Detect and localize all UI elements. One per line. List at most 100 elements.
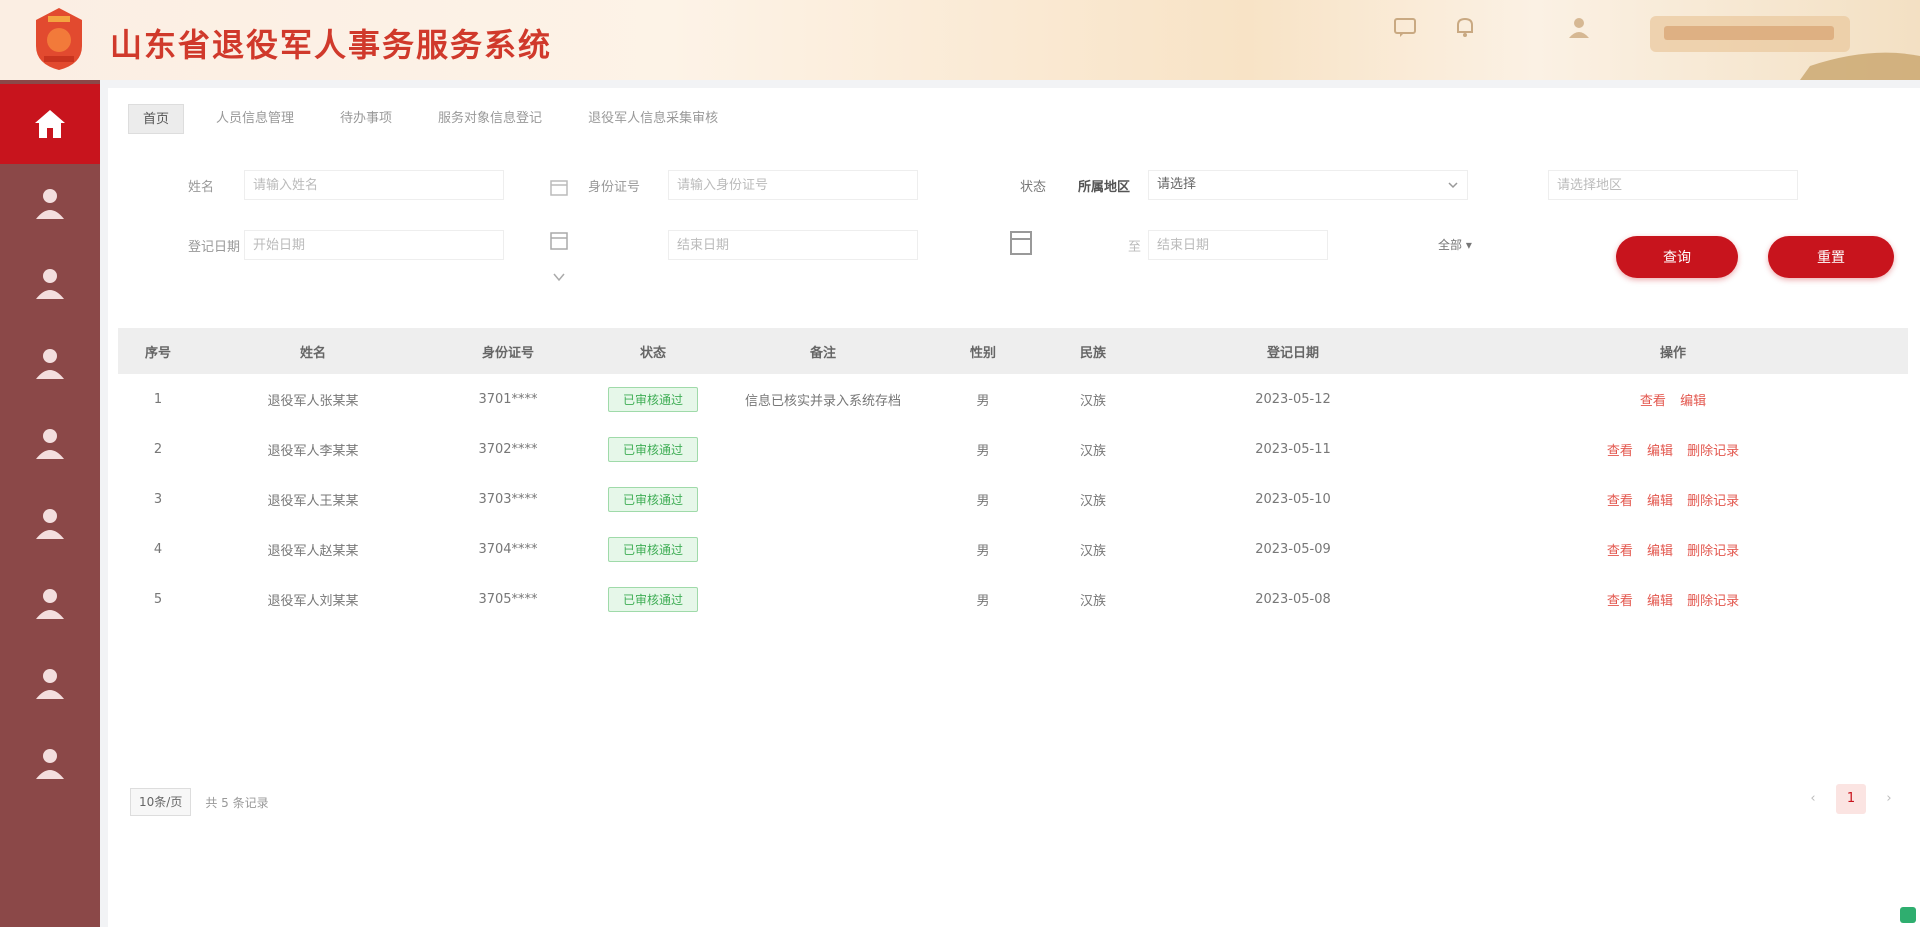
- edit-link[interactable]: 编辑: [1647, 494, 1673, 509]
- cell-id: 3702****: [478, 441, 538, 457]
- calendar-icon[interactable]: [1008, 228, 1034, 258]
- sidebar-item-8[interactable]: [0, 644, 100, 724]
- pagination-controls: ‹ 1 ›: [1790, 784, 1904, 814]
- col-date[interactable]: 登记日期: [1148, 328, 1438, 374]
- delete-link[interactable]: 删除记录: [1687, 544, 1739, 559]
- cell-status: 已审核通过: [588, 374, 718, 424]
- id-label: 身份证号: [588, 180, 641, 195]
- person-icon: [36, 669, 64, 699]
- user-avatar-icon[interactable]: [1566, 14, 1592, 40]
- pagination-info: 10条/页 共 5 条记录: [130, 788, 269, 816]
- cell-ethnicity: 汉族: [1079, 593, 1106, 609]
- message-icon[interactable]: [1392, 14, 1418, 40]
- name-input[interactable]: [244, 170, 504, 200]
- calendar-icon[interactable]: [548, 176, 570, 198]
- delete-link[interactable]: 删除记录: [1687, 594, 1739, 609]
- col-remark[interactable]: 备注: [718, 328, 928, 374]
- tab-todo[interactable]: 待办事项: [326, 104, 407, 134]
- cell-remark: [718, 474, 928, 524]
- type-input[interactable]: [1148, 230, 1328, 260]
- total-count: 共 5 条记录: [205, 795, 269, 810]
- sidebar-item-6[interactable]: [0, 484, 100, 564]
- cell-ops: 查看 编辑 删除记录: [1438, 524, 1908, 574]
- sidebar-item-3[interactable]: [0, 244, 100, 324]
- cell-remark: [718, 424, 928, 474]
- col-ops[interactable]: 操作: [1438, 328, 1908, 374]
- prev-page-button[interactable]: ‹: [1798, 784, 1828, 814]
- cell-status: 已审核通过: [588, 524, 718, 574]
- delete-link[interactable]: 删除记录: [1687, 494, 1739, 509]
- calendar-icon[interactable]: [548, 230, 570, 252]
- tab-home[interactable]: 首页: [128, 104, 185, 134]
- sidebar-item-5[interactable]: [0, 404, 100, 484]
- status-badge: 已审核通过: [607, 386, 698, 412]
- page-1-button[interactable]: 1: [1836, 784, 1866, 814]
- tab-bar: 首页 人员信息管理 待办事项 服务对象信息登记 退役军人信息采集审核: [128, 102, 750, 136]
- view-link[interactable]: 查看: [1607, 544, 1633, 559]
- sidebar-item-4[interactable]: [0, 324, 100, 404]
- col-ethnicity[interactable]: 民族: [1038, 328, 1148, 374]
- cell-index: 3: [153, 491, 163, 507]
- col-gender[interactable]: 性别: [928, 328, 1038, 374]
- sidebar-item-2[interactable]: [0, 164, 100, 244]
- cell-date: 2023-05-12: [1255, 391, 1331, 407]
- type-select[interactable]: 全部 ▾: [1438, 236, 1472, 253]
- view-link[interactable]: 查看: [1607, 594, 1633, 609]
- table-row[interactable]: 4 退役军人赵某某 3704**** 已审核通过 男 汉族 2023-05-09…: [118, 524, 1908, 574]
- sidebar-item-9[interactable]: [0, 724, 100, 804]
- home-icon: [35, 110, 65, 138]
- date-start-input[interactable]: [244, 230, 504, 260]
- edit-link[interactable]: 编辑: [1647, 544, 1673, 559]
- table-row[interactable]: 2 退役军人李某某 3702**** 已审核通过 男 汉族 2023-05-11…: [118, 424, 1908, 474]
- date-end-input[interactable]: [668, 230, 918, 260]
- cell-date: 2023-05-10: [1255, 491, 1331, 507]
- sidebar-item-7[interactable]: [0, 564, 100, 644]
- header-banner-decoration: [1650, 16, 1920, 80]
- cell-ethnicity: 汉族: [1079, 493, 1106, 509]
- page-size-select[interactable]: 10条/页: [130, 788, 192, 816]
- table-header-row: 序号 姓名 身份证号 状态 备注 性别 民族 登记日期 操作: [118, 328, 1908, 374]
- person-icon: [36, 429, 64, 459]
- id-number-input[interactable]: [668, 170, 918, 200]
- col-index[interactable]: 序号: [118, 328, 198, 374]
- cell-gender: 男: [976, 493, 990, 509]
- bell-icon[interactable]: [1452, 14, 1478, 40]
- view-link[interactable]: 查看: [1607, 494, 1633, 509]
- next-page-button[interactable]: ›: [1874, 784, 1904, 814]
- col-id[interactable]: 身份证号: [428, 328, 588, 374]
- cell-status: 已审核通过: [588, 424, 718, 474]
- region-label: 所属地区: [1078, 180, 1131, 195]
- sidebar-item-home[interactable]: [0, 84, 100, 164]
- edit-link[interactable]: 编辑: [1680, 394, 1706, 409]
- tab-personnel[interactable]: 人员信息管理: [202, 104, 309, 134]
- delete-link[interactable]: 删除记录: [1687, 444, 1739, 459]
- person-icon: [36, 589, 64, 619]
- cell-ops: 查看 编辑 删除记录: [1438, 474, 1908, 524]
- cell-ops: 查看 编辑 删除记录: [1438, 574, 1908, 624]
- cell-remark: [718, 524, 928, 574]
- table-row[interactable]: 3 退役军人王某某 3703**** 已审核通过 男 汉族 2023-05-10…: [118, 474, 1908, 524]
- reset-button[interactable]: 重置: [1768, 236, 1894, 278]
- person-icon: [36, 189, 64, 219]
- view-link[interactable]: 查看: [1640, 394, 1666, 409]
- cell-index: 4: [153, 541, 163, 557]
- tab-review[interactable]: 退役军人信息采集审核: [574, 104, 733, 134]
- data-table: 序号 姓名 身份证号 状态 备注 性别 民族 登记日期 操作 1 退役军人张某某…: [118, 328, 1908, 624]
- col-status[interactable]: 状态: [588, 328, 718, 374]
- region-input[interactable]: [1548, 170, 1798, 200]
- sidebar-nav: [0, 80, 100, 927]
- col-name[interactable]: 姓名: [198, 328, 428, 374]
- cell-ethnicity: 汉族: [1079, 443, 1106, 459]
- edit-link[interactable]: 编辑: [1647, 444, 1673, 459]
- edit-link[interactable]: 编辑: [1647, 594, 1673, 609]
- cell-remark: [718, 574, 928, 624]
- tab-registration[interactable]: 服务对象信息登记: [424, 104, 557, 134]
- view-link[interactable]: 查看: [1607, 444, 1633, 459]
- table-row[interactable]: 5 退役军人刘某某 3705**** 已审核通过 男 汉族 2023-05-08…: [118, 574, 1908, 624]
- dropdown-arrow-icon[interactable]: [548, 266, 570, 288]
- status-select[interactable]: 请选择: [1148, 170, 1468, 200]
- cell-id: 3705****: [478, 591, 538, 607]
- search-button[interactable]: 查询: [1616, 236, 1738, 278]
- person-icon: [36, 349, 64, 379]
- table-row[interactable]: 1 退役军人张某某 3701**** 已审核通过 信息已核实并录入系统存档 男 …: [118, 374, 1908, 424]
